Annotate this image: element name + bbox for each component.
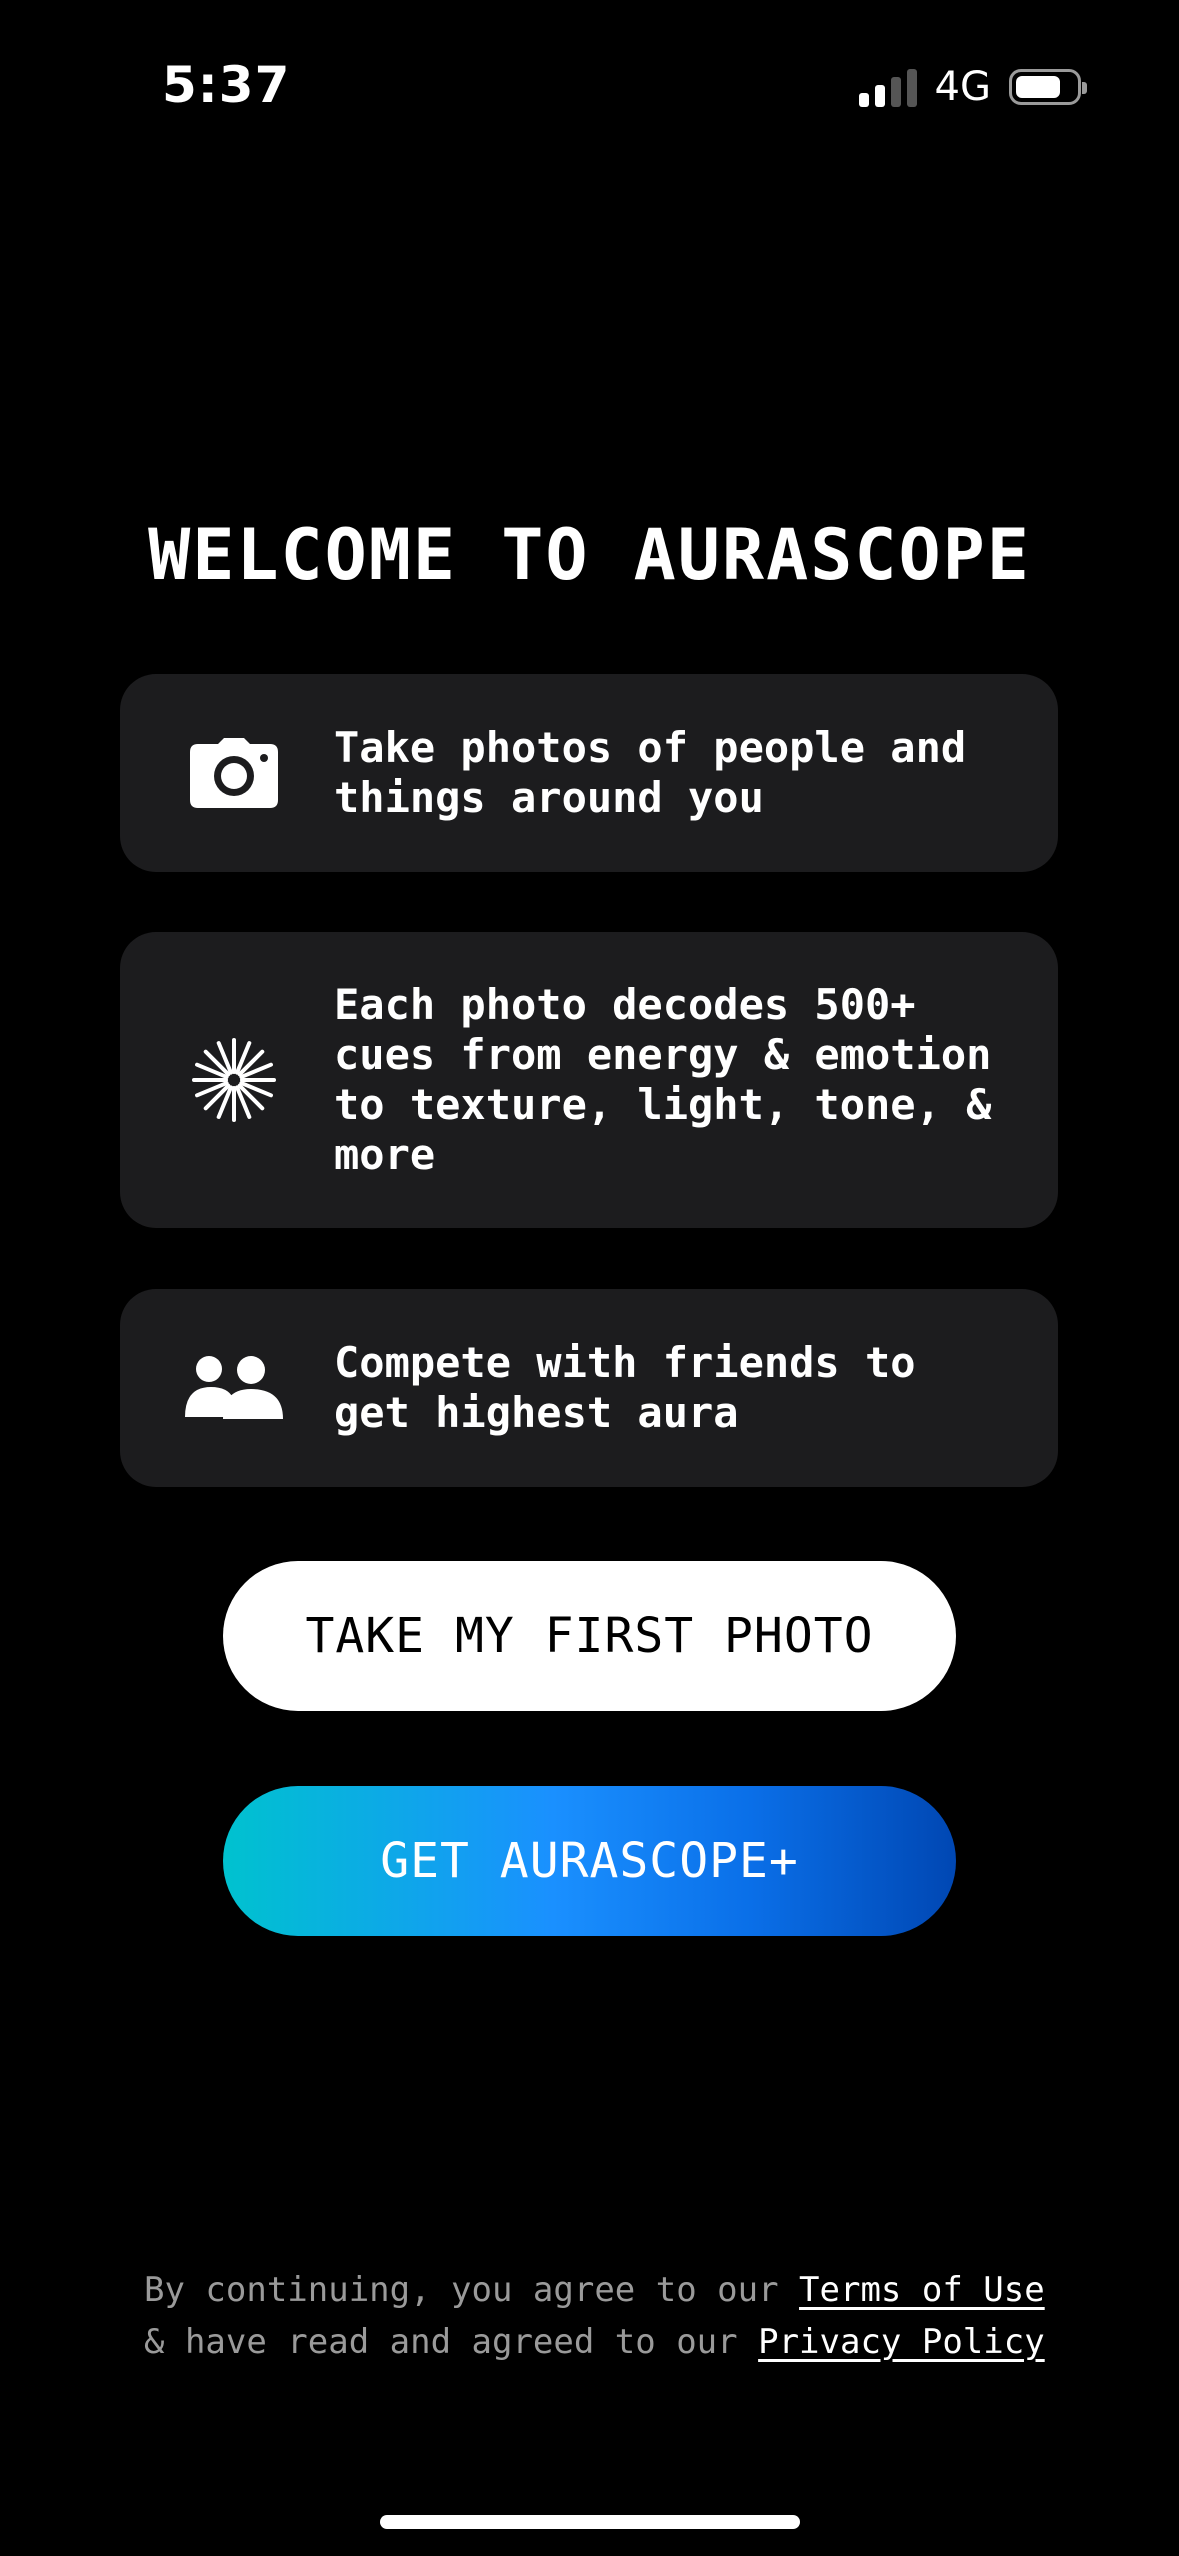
privacy-policy-link[interactable]: Privacy Policy [758, 2322, 1045, 2362]
network-type: 4G [934, 64, 991, 110]
feature-text-compete: Compete with friends to get highest aura [334, 1338, 916, 1437]
take-first-photo-button[interactable]: TAKE MY FIRST PHOTO [223, 1561, 956, 1711]
status-indicators: 4G [858, 62, 1087, 112]
get-aurascope-plus-button[interactable]: GET AURASCOPE+ [223, 1786, 956, 1936]
legal-text-privacy: & have read and agreed to our [144, 2322, 738, 2362]
terms-of-use-link[interactable]: Terms of Use [799, 2270, 1045, 2310]
users-icon [176, 1355, 292, 1421]
legal-notice: By continuing, you agree to our Terms of… [144, 2264, 1045, 2368]
feature-card-photos: Take photos of people and things around … [120, 674, 1058, 872]
signal-strength-icon [858, 67, 917, 107]
legal-line-terms: By continuing, you agree to our Terms of… [144, 2264, 1045, 2316]
feature-text-photos: Take photos of people and things around … [334, 723, 967, 822]
home-indicator[interactable] [380, 2515, 800, 2529]
sparkle-burst-icon [176, 1038, 292, 1122]
legal-line-privacy: & have read and agreed to our Privacy Po… [144, 2316, 1045, 2368]
feature-text-decode: Each photo decodes 500+ cues from energy… [334, 980, 992, 1179]
feature-card-decode: Each photo decodes 500+ cues from energy… [120, 932, 1058, 1228]
page-title: WELCOME TO AURASCOPE [148, 514, 1031, 596]
legal-text-terms: By continuing, you agree to our [144, 2270, 779, 2310]
battery-icon [1009, 69, 1087, 105]
feature-card-compete: Compete with friends to get highest aura [120, 1289, 1058, 1487]
status-time: 5:37 [162, 56, 291, 114]
camera-icon [176, 738, 292, 808]
